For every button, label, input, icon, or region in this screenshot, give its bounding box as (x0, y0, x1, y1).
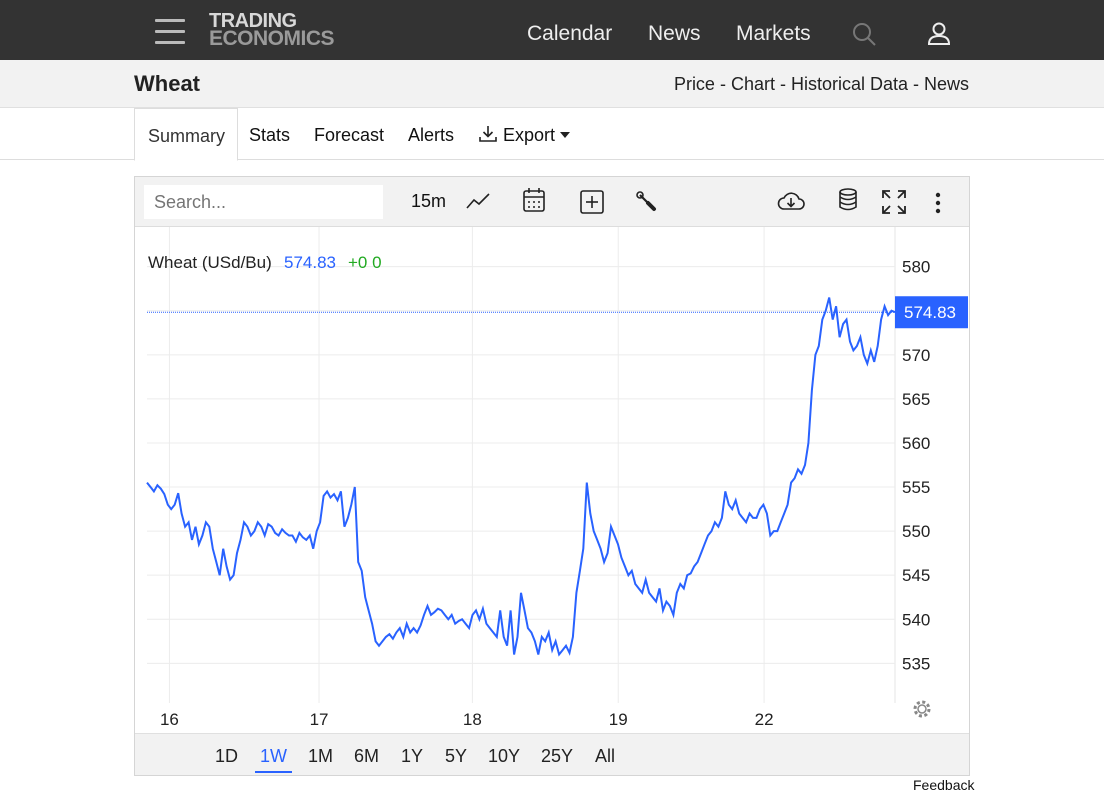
search-icon[interactable] (852, 22, 878, 48)
cloud-download-icon[interactable] (776, 189, 806, 213)
last-price-label: 574.83 (904, 303, 956, 322)
breadcrumb[interactable]: Price - Chart - Historical Data - News (674, 74, 969, 95)
tab-alerts[interactable]: Alerts (408, 125, 454, 146)
y-tick-label: 565 (902, 390, 930, 409)
legend-change: +0 0 (348, 253, 382, 272)
page-title: Wheat (134, 71, 200, 96)
menu-icon[interactable] (155, 19, 185, 44)
chart-toolbar: 15m (135, 177, 969, 227)
feedback-link[interactable]: Feedback (913, 777, 974, 793)
calendar-icon[interactable] (522, 187, 546, 213)
range-1m[interactable]: 1M (308, 746, 333, 767)
y-tick-label: 550 (902, 522, 930, 541)
chart-settings-icon[interactable] (913, 700, 931, 718)
x-tick-label: 22 (755, 710, 774, 729)
tab-export[interactable]: Export (478, 125, 571, 146)
title-bar: Wheat Price - Chart - Historical Data - … (0, 60, 1104, 108)
line-chart-icon[interactable] (465, 191, 491, 211)
range-1w[interactable]: 1W (255, 746, 292, 773)
legend-price: 574.83 (284, 253, 336, 272)
tab-stats[interactable]: Stats (249, 125, 290, 146)
y-tick-label: 580 (902, 258, 930, 277)
range-1y[interactable]: 1Y (401, 746, 423, 767)
x-tick-label: 16 (160, 710, 179, 729)
x-tick-label: 17 (310, 710, 329, 729)
range-1d[interactable]: 1D (215, 746, 238, 767)
y-tick-label: 570 (902, 346, 930, 365)
download-icon (479, 126, 497, 142)
range-all[interactable]: All (595, 746, 615, 767)
fullscreen-icon[interactable] (882, 190, 906, 214)
y-tick-label: 560 (902, 434, 930, 453)
chart-widget: 15m (134, 176, 970, 776)
price-chart[interactable]: 535 540 545 550 555 560 565 570 580 16 17 18 19 22 W… (135, 227, 969, 733)
export-label: Export (503, 125, 556, 145)
y-tick-label: 540 (902, 610, 930, 629)
tab-summary[interactable]: Summary (134, 108, 238, 161)
logo[interactable]: TRADING ECONOMICS (209, 11, 335, 50)
wrench-icon[interactable] (636, 191, 658, 213)
tab-bar: Summary Stats Forecast Alerts Export (0, 108, 1104, 161)
range-10y[interactable]: 10Y (488, 746, 520, 767)
series-line (146, 297, 896, 657)
more-options-icon[interactable] (935, 192, 941, 214)
caret-down-icon (560, 132, 571, 138)
range-5y[interactable]: 5Y (445, 746, 467, 767)
x-tick-label: 18 (463, 710, 482, 729)
logo-line2: ECONOMICS (209, 27, 335, 50)
y-tick-label: 545 (902, 566, 930, 585)
y-tick-label: 555 (902, 478, 930, 497)
tab-forecast[interactable]: Forecast (314, 125, 384, 146)
database-icon[interactable] (838, 187, 858, 213)
tab-summary-label: Summary (148, 126, 226, 146)
nav-calendar[interactable]: Calendar (527, 22, 612, 46)
range-25y[interactable]: 25Y (541, 746, 573, 767)
chart-search-input[interactable] (144, 185, 383, 219)
top-nav: TRADING ECONOMICS Calendar News Markets (0, 0, 1104, 60)
legend-series-name: Wheat (USd/Bu) (148, 253, 272, 272)
nav-news[interactable]: News (648, 22, 701, 46)
interval-selector[interactable]: 15m (411, 191, 446, 212)
x-tick-label: 19 (609, 710, 628, 729)
range-6m[interactable]: 6M (354, 746, 379, 767)
y-tick-label: 535 (902, 654, 930, 673)
nav-markets[interactable]: Markets (736, 22, 811, 46)
add-indicator-icon[interactable] (580, 190, 604, 214)
range-selector: 1D 1W 1M 6M 1Y 5Y 10Y 25Y All (135, 733, 969, 775)
user-icon[interactable] (926, 21, 952, 47)
